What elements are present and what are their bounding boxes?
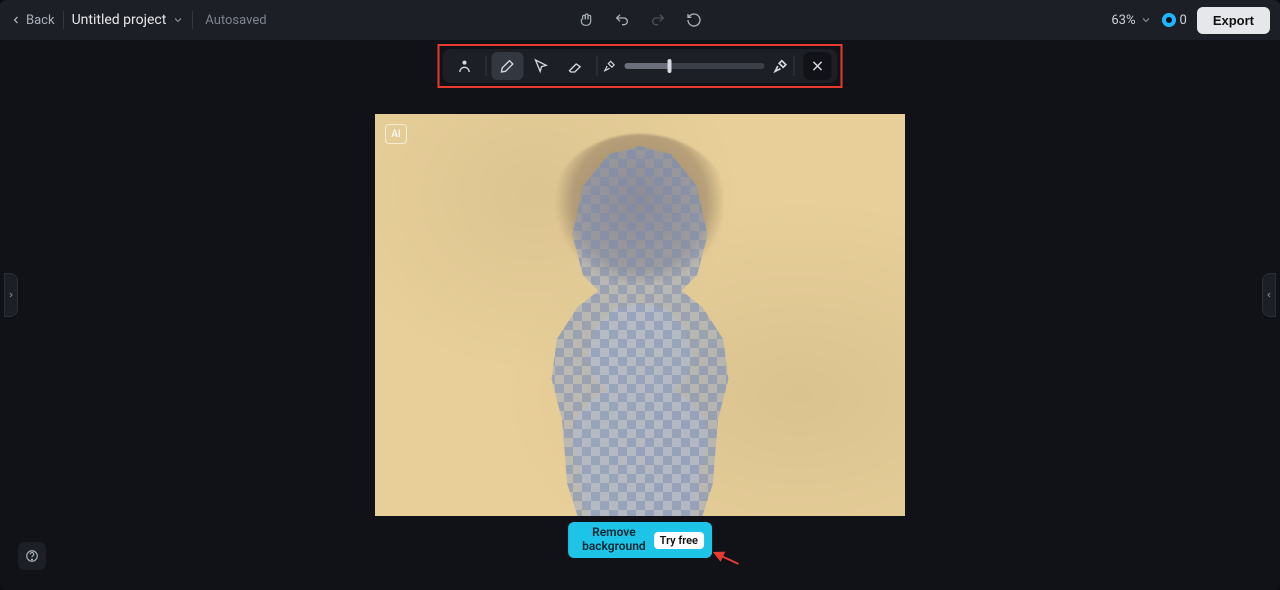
brush-size-fill: [625, 63, 670, 69]
brush-size-thumb[interactable]: [667, 59, 671, 73]
image-canvas[interactable]: AI: [375, 114, 905, 516]
selection-toolbar: [443, 49, 838, 83]
app-root: Back Untitled project Autosaved: [0, 0, 1280, 590]
separator: [192, 11, 193, 29]
header-center: [576, 0, 704, 40]
canvas-area: AI: [0, 90, 1280, 590]
help-button[interactable]: [18, 542, 46, 570]
try-free-badge: Try free: [654, 532, 704, 549]
chevron-left-icon: [10, 14, 22, 26]
selection-blue-overlay: [510, 114, 770, 516]
brush-small-icon: [603, 59, 617, 73]
separator: [63, 11, 64, 29]
remove-background-cta[interactable]: Remove background Try free: [568, 522, 712, 558]
header-left: Back Untitled project Autosaved: [10, 11, 267, 29]
reset-icon[interactable]: [684, 10, 704, 30]
help-icon: [25, 549, 39, 563]
ai-badge: AI: [385, 124, 407, 144]
undo-icon[interactable]: [612, 10, 632, 30]
cta-text: Remove background: [582, 526, 646, 554]
header-bar: Back Untitled project Autosaved: [0, 0, 1280, 40]
separator: [597, 56, 598, 76]
zoom-dropdown[interactable]: 63%: [1111, 13, 1151, 28]
cta-line2: background: [582, 540, 646, 554]
hand-pan-icon[interactable]: [576, 10, 596, 30]
autosaved-status: Autosaved: [205, 13, 266, 28]
close-toolbar-button[interactable]: [804, 52, 832, 80]
separator: [486, 56, 487, 76]
back-label: Back: [26, 13, 55, 28]
chevron-down-icon: [172, 14, 184, 26]
lasso-tool[interactable]: [526, 52, 558, 80]
project-name: Untitled project: [72, 12, 167, 28]
credits-button[interactable]: 0: [1162, 13, 1187, 28]
toolbar-highlight-box: [438, 44, 843, 88]
separator: [794, 56, 795, 76]
brush-size-slider[interactable]: [625, 63, 765, 69]
back-button[interactable]: Back: [10, 13, 55, 28]
subject-figure: [510, 114, 770, 516]
cta-line1: Remove: [582, 526, 646, 540]
credits-count: 0: [1180, 13, 1187, 28]
project-name-dropdown[interactable]: Untitled project: [72, 12, 185, 28]
eraser-tool[interactable]: [560, 52, 592, 80]
brush-large-icon: [773, 58, 789, 74]
annotation-arrow-icon: [710, 548, 740, 568]
export-button[interactable]: Export: [1197, 7, 1270, 34]
zoom-label: 63%: [1111, 13, 1135, 28]
brush-tool[interactable]: [492, 52, 524, 80]
person-select-tool[interactable]: [449, 52, 481, 80]
header-right: 63% 0 Export: [1111, 7, 1270, 34]
redo-icon[interactable]: [648, 10, 668, 30]
credit-coin-icon: [1162, 13, 1176, 27]
chevron-down-icon: [1140, 14, 1152, 26]
